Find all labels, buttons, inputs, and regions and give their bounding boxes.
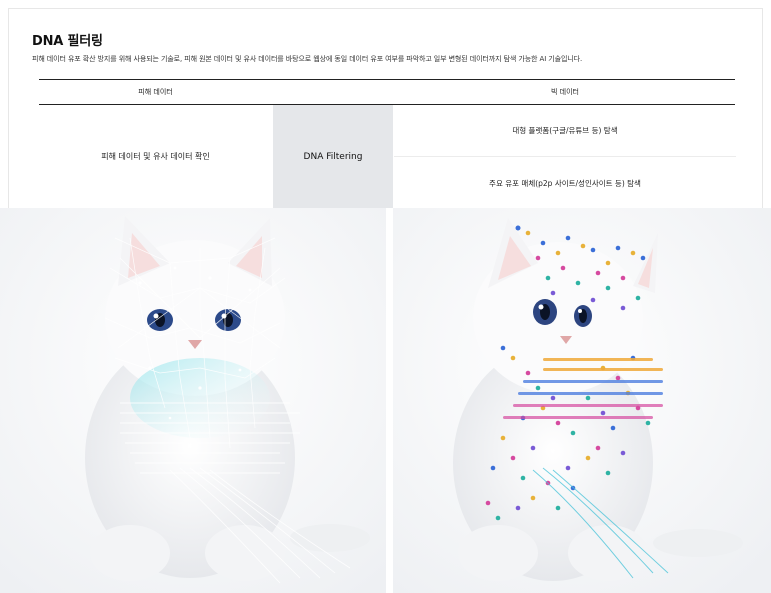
comparison-images bbox=[0, 208, 771, 593]
right-row-platform-search: 대형 플랫폼(구글/유튜브 등) 탐색 bbox=[512, 125, 618, 135]
middle-cell-dna-filtering: DNA Filtering bbox=[273, 105, 393, 208]
kitten-dot-pattern-icon bbox=[393, 208, 771, 593]
right-row-distribution-search: 주요 유포 매체(p2p 사이트/성인사이트 등) 탐색 bbox=[489, 178, 641, 188]
table-top-divider bbox=[39, 79, 735, 80]
kitten-wireframe-icon bbox=[0, 208, 386, 593]
section-description: 피해 데이터 유포 확산 방지를 위해 사용되는 기술로, 피해 원본 데이터 … bbox=[32, 55, 583, 63]
kitten-wireframe-image bbox=[0, 208, 386, 593]
right-column-header: 빅 데이터 bbox=[551, 88, 579, 96]
kitten-dot-pattern-image bbox=[393, 208, 771, 593]
section-title: DNA 필터링 bbox=[32, 34, 103, 49]
left-column-header: 피해 데이터 bbox=[138, 88, 173, 96]
left-cell-victim-data: 피해 데이터 및 유사 데이터 확인 bbox=[101, 152, 210, 161]
